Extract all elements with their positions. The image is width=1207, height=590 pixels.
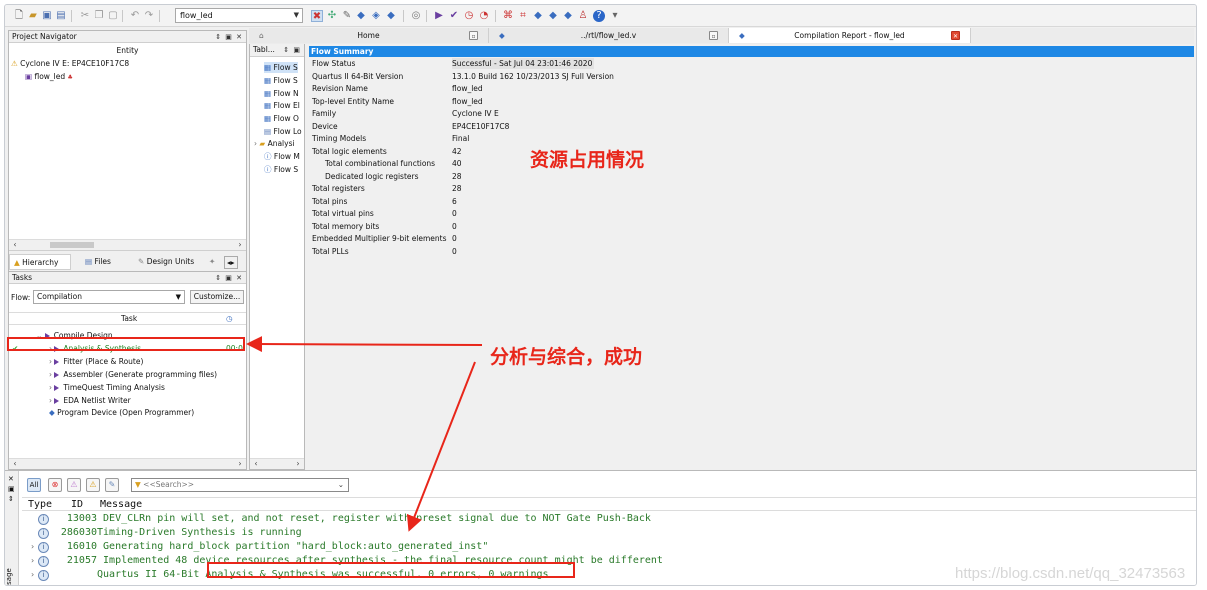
arrow-to-message <box>406 361 476 532</box>
annotation-arrows <box>246 336 483 532</box>
arrow-to-task-row <box>246 336 483 353</box>
